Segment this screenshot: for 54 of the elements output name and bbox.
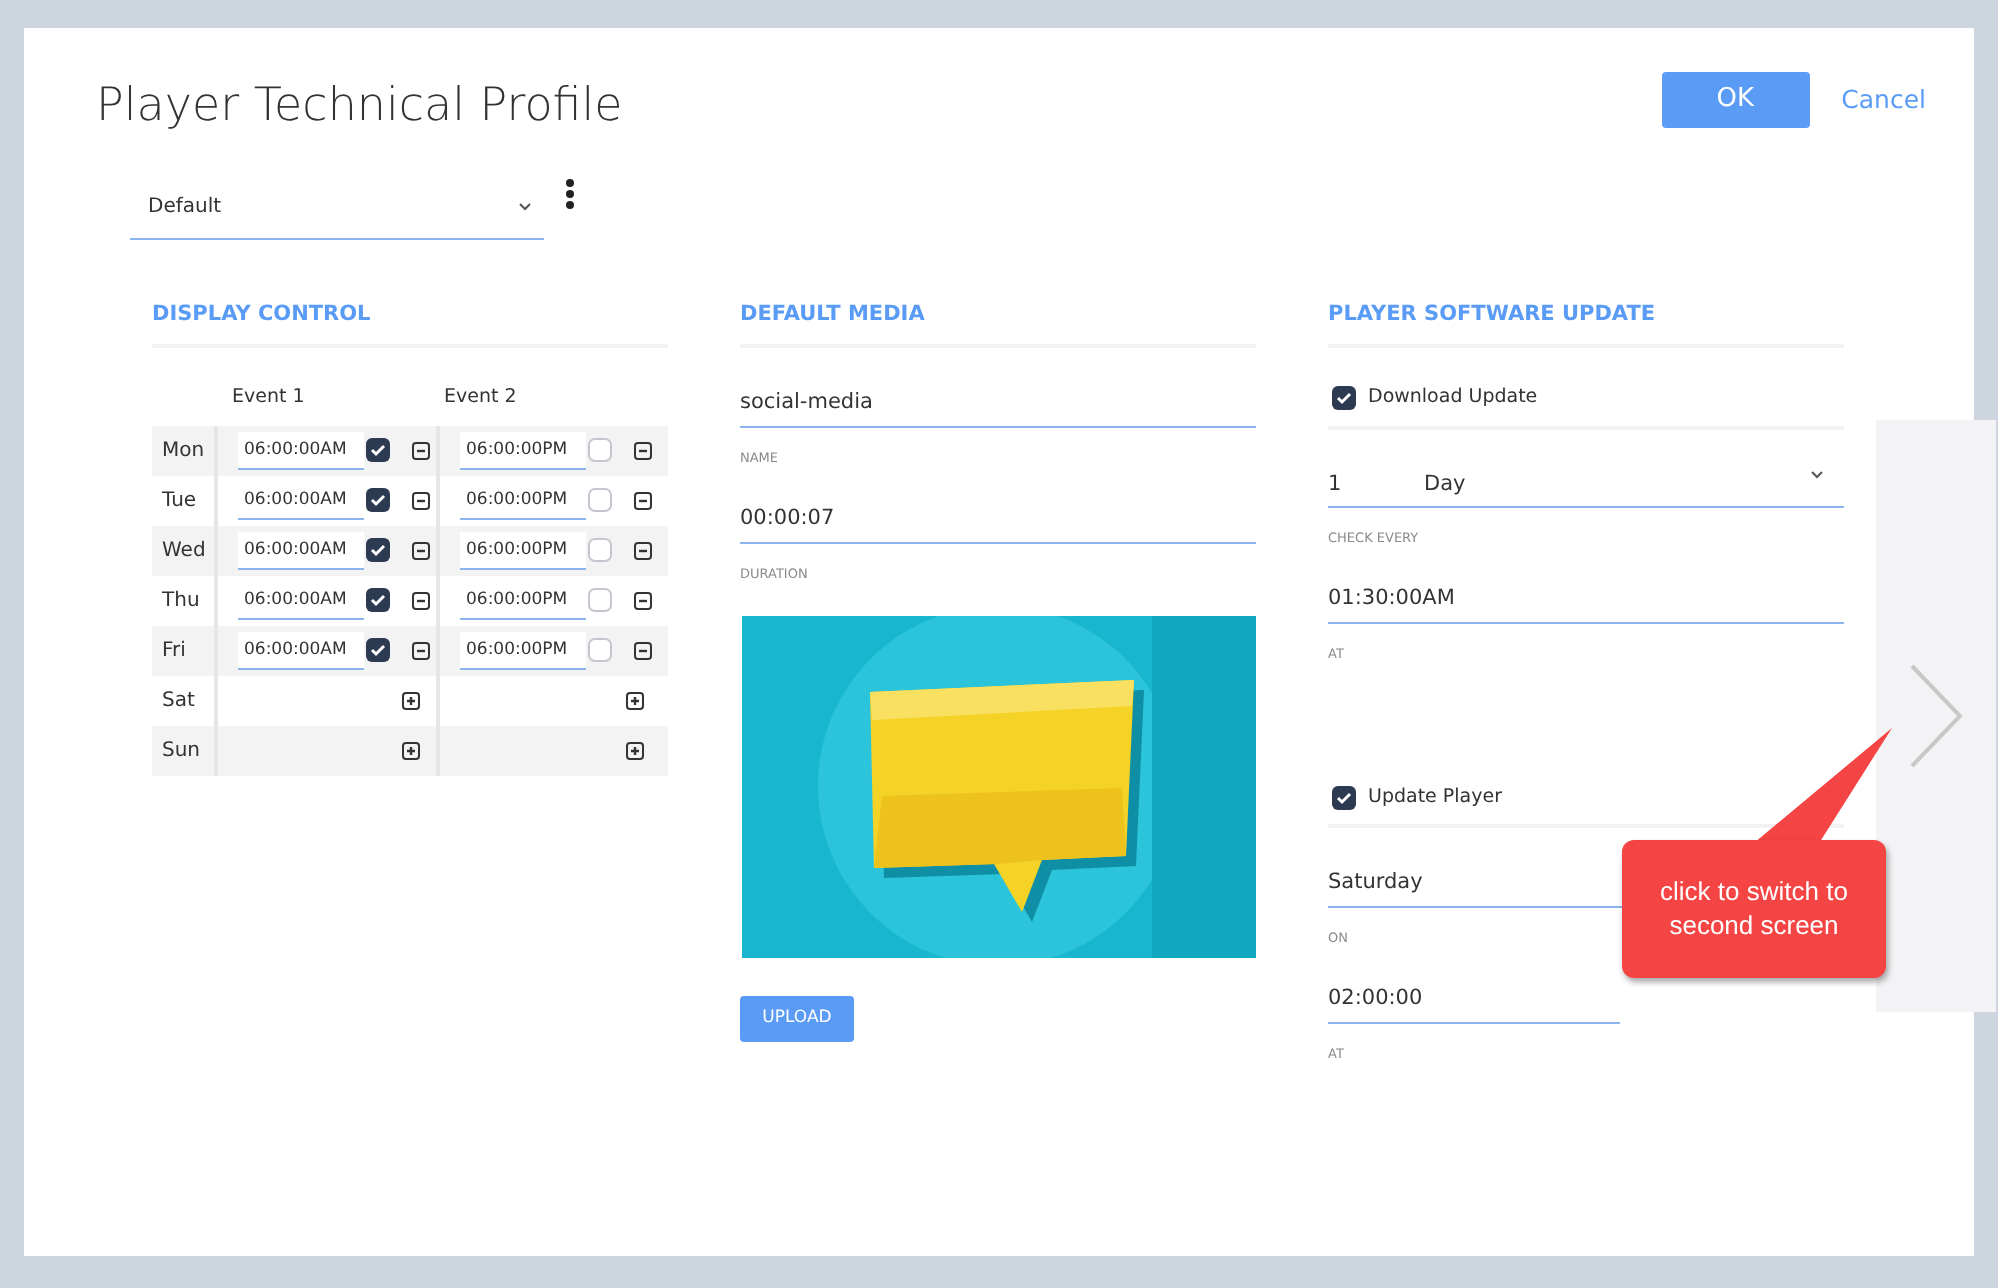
- minus-icon[interactable]: [412, 541, 430, 559]
- day-label: Wed: [152, 525, 218, 575]
- plus-icon[interactable]: [626, 741, 644, 759]
- text-field[interactable]: 01:30:00AM: [1328, 584, 1844, 624]
- checkbox[interactable]: [588, 638, 612, 662]
- time-field[interactable]: 06:00:00AM: [238, 431, 364, 469]
- minus-icon[interactable]: [634, 541, 652, 559]
- time-field[interactable]: 06:00:00AM: [238, 631, 364, 669]
- checkbox[interactable]: [1332, 786, 1356, 811]
- column-header: Event 2: [444, 384, 519, 413]
- section-heading: DISPLAY CONTROL: [152, 299, 668, 349]
- interval-field[interactable]: 1 Day: [1328, 469, 1844, 509]
- checkbox-label: Download Update: [1368, 384, 1538, 413]
- minus-icon[interactable]: [412, 491, 430, 509]
- column-header: Event 1: [232, 384, 307, 413]
- minus-icon[interactable]: [412, 591, 430, 609]
- caret-icon[interactable]: [1810, 469, 1824, 479]
- profile-select[interactable]: Default: [130, 177, 544, 239]
- checkbox[interactable]: [588, 488, 612, 512]
- text-field[interactable]: social-media: [740, 388, 1256, 428]
- text-field[interactable]: 00:00:07: [740, 504, 1256, 544]
- time-field[interactable]: 06:00:00PM: [460, 631, 586, 669]
- checkbox[interactable]: [588, 438, 612, 462]
- dialog-title: Player Technical Profile: [96, 78, 625, 136]
- minus-icon[interactable]: [412, 641, 430, 659]
- more-options-icon[interactable]: [564, 177, 576, 209]
- minus-icon[interactable]: [412, 441, 430, 459]
- checkbox[interactable]: [366, 638, 390, 662]
- time-field[interactable]: 06:00:00PM: [460, 531, 586, 569]
- day-label: Sun: [152, 725, 218, 775]
- text-field[interactable]: 02:00:00: [1328, 984, 1620, 1024]
- minus-icon[interactable]: [634, 591, 652, 609]
- checkbox[interactable]: [366, 488, 390, 512]
- checkbox[interactable]: [588, 588, 612, 612]
- section-heading: DEFAULT MEDIA: [740, 299, 1256, 349]
- checkbox[interactable]: [366, 588, 390, 612]
- checkbox[interactable]: [588, 538, 612, 562]
- time-field[interactable]: 06:00:00AM: [238, 531, 364, 569]
- time-field[interactable]: 06:00:00PM: [460, 431, 586, 469]
- day-label: Mon: [152, 425, 218, 475]
- day-label: Fri: [152, 625, 218, 675]
- checkbox-label: Update Player: [1368, 784, 1502, 812]
- plus-icon[interactable]: [402, 691, 420, 709]
- checkbox[interactable]: [1332, 386, 1356, 411]
- caret-icon[interactable]: [518, 202, 532, 212]
- plus-icon[interactable]: [626, 691, 644, 709]
- unit-select[interactable]: Day: [1424, 469, 1810, 501]
- checkbox[interactable]: [366, 438, 390, 462]
- checkbox[interactable]: [366, 538, 390, 562]
- minus-icon[interactable]: [634, 491, 652, 509]
- minus-icon[interactable]: [634, 441, 652, 459]
- section-heading: PLAYER SOFTWARE UPDATE: [1328, 299, 1844, 349]
- plus-icon[interactable]: [402, 741, 420, 759]
- minus-icon[interactable]: [634, 641, 652, 659]
